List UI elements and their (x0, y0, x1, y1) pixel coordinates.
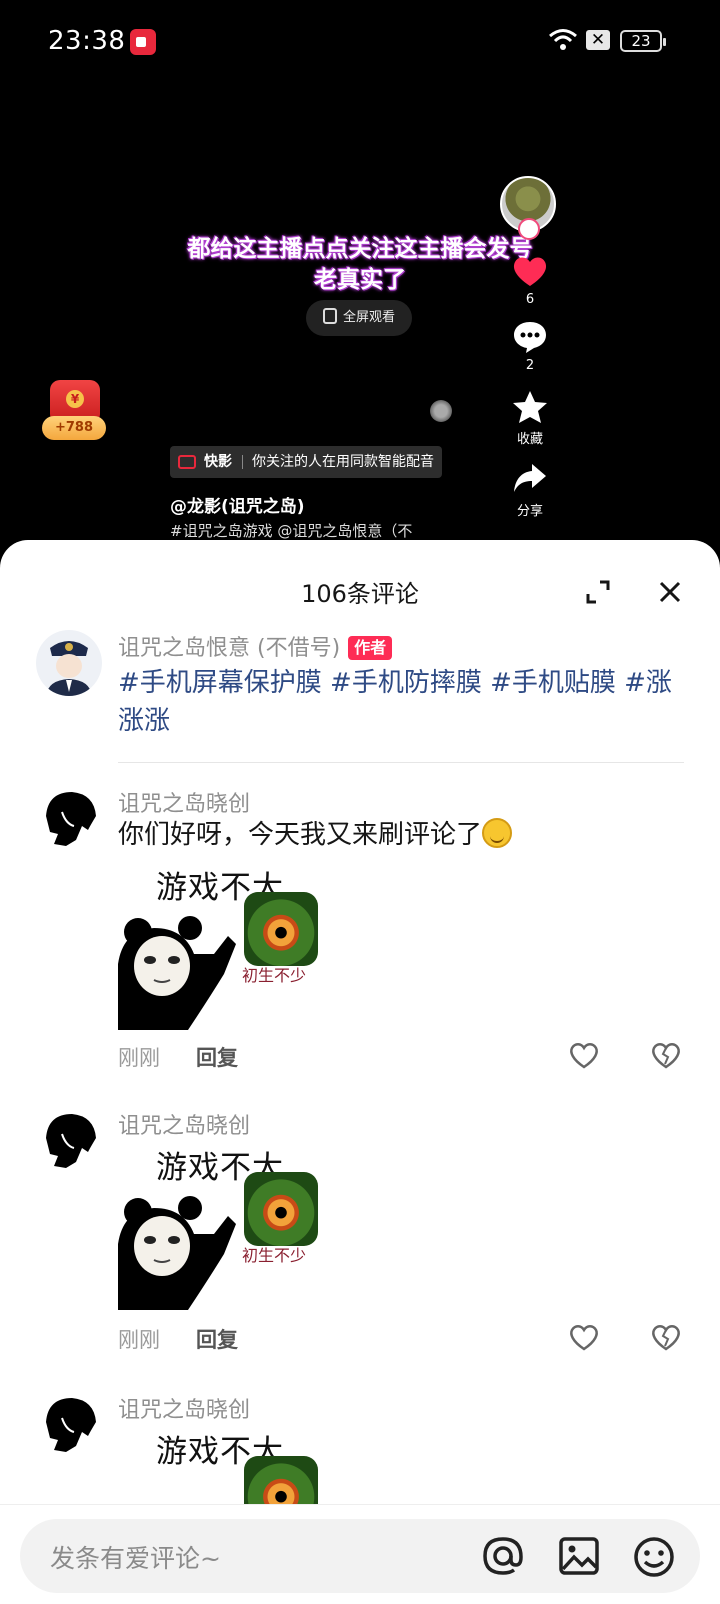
comment-input[interactable]: 发条有爱评论~ (20, 1519, 700, 1593)
share-action[interactable]: 分享 (500, 462, 560, 519)
like-heart-icon[interactable] (568, 1322, 600, 1352)
expand-icon[interactable] (584, 578, 612, 606)
dislike-heart-icon[interactable] (650, 1322, 682, 1352)
video-caption: 都给这主播点点关注这主播会发号老真实了 (187, 236, 533, 293)
no-sim-icon: ✕ (586, 30, 610, 50)
red-packet-amount: +788 (42, 416, 106, 440)
collect-action[interactable]: 收藏 (500, 390, 560, 447)
comment-author: 诅咒之岛恨意 (不借号) 作者 (118, 630, 393, 662)
comment-sheet: 106条评论 诅咒之岛恨意 (不借号) 作者 #手机屏幕保护膜 #手机防摔膜 #手… (0, 540, 720, 1604)
panda-meme-icon (118, 1196, 236, 1310)
divider (242, 455, 243, 469)
video-player[interactable]: 都给这主播点点关注这主播会发号老真实了 全屏观看 6 2 收藏 分享 +788 … (0, 84, 720, 544)
fullscreen-button[interactable]: 全屏观看 (306, 300, 412, 336)
comment-text: 你们好呀，今天我又来刷评论了 (118, 820, 483, 850)
comment-count: 2 (525, 358, 535, 373)
fullscreen-label: 全屏观看 (342, 310, 395, 325)
status-bar: 23:38 ✕ 23 (0, 0, 720, 84)
image-icon[interactable] (558, 1535, 600, 1577)
comment-author-name[interactable]: 诅咒之岛晓创 (118, 786, 250, 818)
like-action[interactable]: 6 (500, 254, 560, 307)
comment-time: 刚刚 (118, 1328, 160, 1352)
video-description[interactable]: #诅咒之岛游戏 @诅咒之岛恨意（不 (170, 520, 412, 541)
screen-record-icon (130, 29, 156, 55)
comment-time: 刚刚 (118, 1046, 160, 1070)
author-badge: 作者 (348, 636, 393, 660)
comment-author-name[interactable]: 诅咒之岛晓创 (118, 1108, 250, 1140)
video-author[interactable]: @龙影(诅咒之岛) (170, 492, 305, 517)
heart-icon (513, 257, 547, 286)
comment-action[interactable]: 2 (500, 320, 560, 373)
like-heart-icon[interactable] (568, 1040, 600, 1070)
share-label: 分享 (516, 504, 543, 519)
emoji-icon[interactable] (632, 1535, 676, 1579)
wifi-icon (549, 29, 577, 50)
eye-badge-icon (244, 892, 318, 966)
comment-input-bar: 发条有爱评论~ (0, 1504, 720, 1604)
dislike-heart-icon[interactable] (650, 1040, 682, 1070)
at-icon[interactable] (482, 1535, 524, 1577)
comment-input-placeholder: 发条有爱评论~ (50, 1544, 221, 1573)
close-icon[interactable] (654, 576, 686, 608)
comment-divider (118, 762, 684, 763)
music-disc-icon[interactable] (430, 400, 452, 422)
template-text: 你关注的人在用同款智能配音 (252, 454, 434, 470)
avatar[interactable] (36, 630, 102, 696)
fullscreen-icon (322, 308, 337, 324)
avatar[interactable] (36, 1108, 102, 1174)
comment-author-name[interactable]: 诅咒之岛恨意 (不借号) (118, 636, 340, 661)
reply-button[interactable]: 回复 (196, 1042, 238, 1072)
meme-subtitle: 初生不少 (242, 966, 307, 985)
comment-text[interactable]: #手机屏幕保护膜 #手机防摔膜 #手机贴膜 #涨涨涨 (118, 664, 688, 740)
battery-indicator: 23 (620, 30, 666, 52)
meme-image[interactable]: 游戏不大 初生不少 (118, 1142, 320, 1310)
comment-icon (514, 322, 546, 353)
star-icon (513, 391, 547, 423)
eye-badge-icon (244, 1172, 318, 1246)
smile-emoji-icon (482, 818, 513, 848)
reply-button[interactable]: 回复 (196, 1324, 238, 1354)
meme-subtitle: 初生不少 (242, 1246, 307, 1265)
template-brand: 快影 (204, 454, 232, 470)
avatar[interactable] (36, 786, 102, 852)
kuaiying-icon (178, 455, 196, 469)
share-icon (514, 464, 546, 492)
collect-label: 收藏 (516, 432, 543, 447)
comment-author-name[interactable]: 诅咒之岛晓创 (118, 1392, 250, 1424)
avatar[interactable] (36, 1392, 102, 1458)
panda-meme-icon (118, 916, 236, 1030)
meme-image[interactable]: 游戏不大 初生不少 (118, 862, 320, 1030)
template-tag[interactable]: 快影 你关注的人在用同款智能配音 (170, 446, 442, 478)
red-packet-widget[interactable]: +788 (42, 374, 108, 446)
comment-count-title: 106条评论 (301, 580, 419, 608)
comment-text-row[interactable]: 你们好呀，今天我又来刷评论了 (118, 816, 688, 854)
like-count: 6 (525, 292, 535, 307)
follow-icon[interactable] (518, 218, 540, 240)
status-time: 23:38 (48, 26, 126, 56)
